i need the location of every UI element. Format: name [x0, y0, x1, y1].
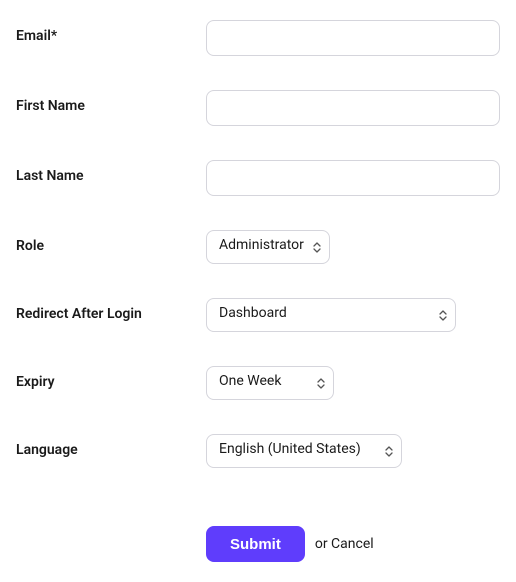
last-name-field[interactable] [206, 160, 500, 196]
expiry-label: Expiry [16, 366, 206, 390]
cancel-link[interactable]: Cancel [331, 536, 374, 552]
first-name-label: First Name [16, 90, 206, 114]
first-name-field[interactable] [206, 90, 500, 126]
last-name-label: Last Name [16, 160, 206, 184]
redirect-select[interactable]: Dashboard [206, 298, 456, 332]
or-text: or [315, 536, 331, 552]
redirect-label: Redirect After Login [16, 298, 206, 322]
expiry-select[interactable]: One Week [206, 366, 334, 400]
role-label: Role [16, 230, 206, 254]
email-field[interactable] [206, 20, 500, 56]
submit-button[interactable]: Submit [206, 526, 305, 562]
language-select[interactable]: English (United States) [206, 434, 402, 468]
email-label: Email* [16, 20, 206, 44]
role-select[interactable]: Administrator [206, 230, 330, 264]
language-label: Language [16, 434, 206, 458]
